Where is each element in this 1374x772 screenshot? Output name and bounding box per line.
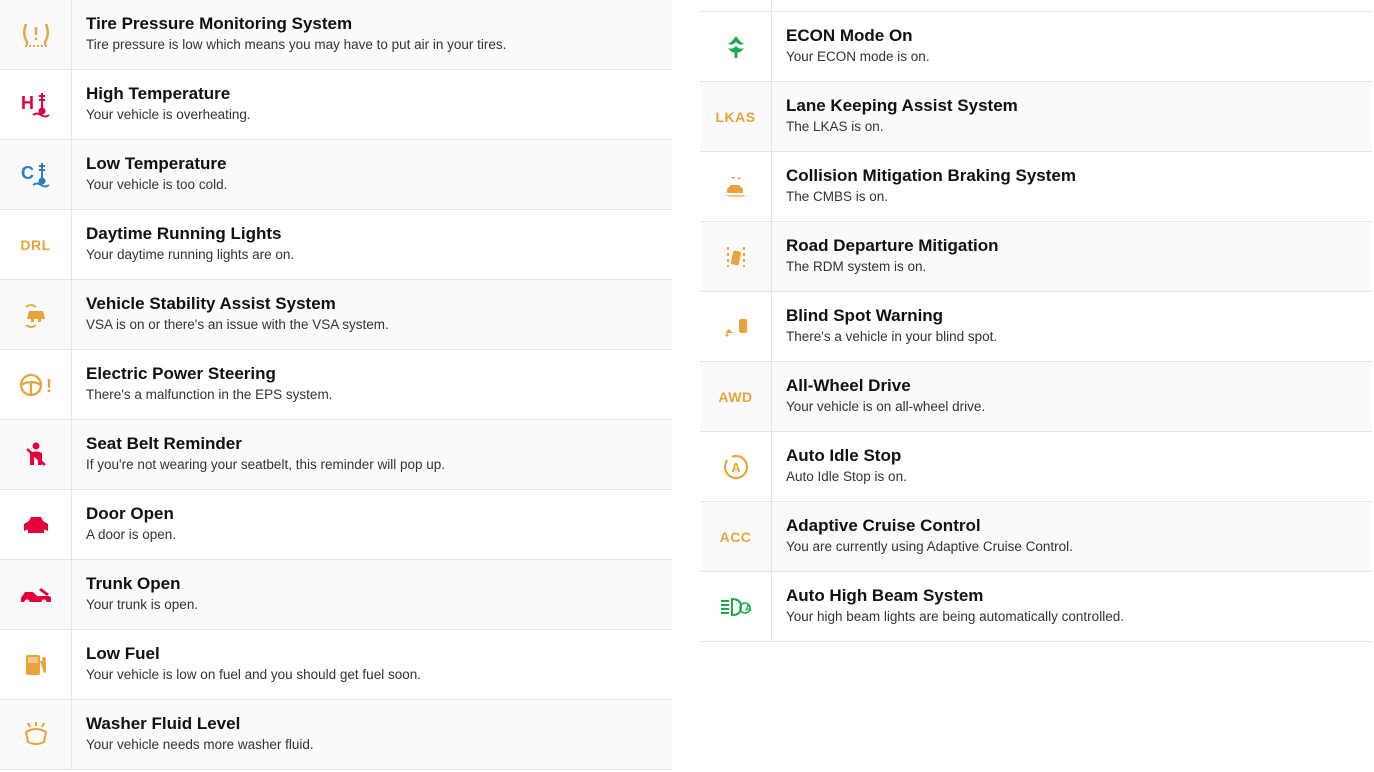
row-drl: DRL Daytime Running Lights Your daytime … <box>0 210 672 280</box>
cmbs-icon <box>700 152 772 221</box>
eps-desc: There's a malfunction in the EPS system. <box>86 386 658 404</box>
row-awd: AWD All-Wheel Drive Your vehicle is on a… <box>700 362 1372 432</box>
trunk-open-icon <box>0 560 72 629</box>
cmbs-title: Collision Mitigation Braking System <box>786 166 1358 186</box>
row-high-temp: H High Temperature Your vehicle is overh… <box>0 70 672 140</box>
door-open-desc: A door is open. <box>86 526 658 544</box>
door-open-icon <box>0 490 72 559</box>
low-fuel-title: Low Fuel <box>86 644 658 664</box>
row-tpms: Tire Pressure Monitoring System Tire pre… <box>0 0 672 70</box>
eps-icon: ! <box>0 350 72 419</box>
row-vsa: Vehicle Stability Assist System VSA is o… <box>0 280 672 350</box>
row-auto-idle: A Auto Idle Stop Auto Idle Stop is on. <box>700 432 1372 502</box>
tpms-desc: Tire pressure is low which means you may… <box>86 36 658 54</box>
vsa-desc: VSA is on or there's an issue with the V… <box>86 316 658 334</box>
row-seatbelt: Seat Belt Reminder If you're not wearing… <box>0 420 672 490</box>
row-econ: ECON Mode On Your ECON mode is on. <box>700 12 1372 82</box>
row-low-fuel: Low Fuel Your vehicle is low on fuel and… <box>0 630 672 700</box>
low-temp-desc: Your vehicle is too cold. <box>86 176 658 194</box>
auto-high-beam-title: Auto High Beam System <box>786 586 1358 606</box>
rdm-icon <box>700 222 772 291</box>
row-cmbs: Collision Mitigation Braking System The … <box>700 152 1372 222</box>
auto-idle-title: Auto Idle Stop <box>786 446 1358 466</box>
washer-fluid-desc: Your vehicle needs more washer fluid. <box>86 736 658 754</box>
vsa-title: Vehicle Stability Assist System <box>86 294 658 314</box>
svg-text:!: ! <box>46 376 52 396</box>
drl-icon: DRL <box>0 210 72 279</box>
low-temp-icon: C <box>0 140 72 209</box>
row-rdm: Road Departure Mitigation The RDM system… <box>700 222 1372 292</box>
rdm-title: Road Departure Mitigation <box>786 236 1358 256</box>
row-partial-top <box>700 0 1372 12</box>
low-fuel-desc: Your vehicle is low on fuel and you shou… <box>86 666 658 684</box>
econ-desc: Your ECON mode is on. <box>786 48 1358 66</box>
left-column: Tire Pressure Monitoring System Tire pre… <box>0 0 672 772</box>
right-column: ECON Mode On Your ECON mode is on. LKAS … <box>700 0 1372 772</box>
high-temp-title: High Temperature <box>86 84 658 104</box>
svg-text:C: C <box>21 163 34 183</box>
svg-text:A: A <box>731 460 741 475</box>
econ-icon <box>700 12 772 81</box>
vsa-icon <box>0 280 72 349</box>
acc-desc: You are currently using Adaptive Cruise … <box>786 538 1358 556</box>
trunk-open-title: Trunk Open <box>86 574 658 594</box>
row-door-open: Door Open A door is open. <box>0 490 672 560</box>
eps-title: Electric Power Steering <box>86 364 658 384</box>
row-washer-fluid: Washer Fluid Level Your vehicle needs mo… <box>0 700 672 770</box>
lkas-desc: The LKAS is on. <box>786 118 1358 136</box>
acc-icon: ACC <box>700 502 772 571</box>
rdm-desc: The RDM system is on. <box>786 258 1358 276</box>
lkas-title: Lane Keeping Assist System <box>786 96 1358 116</box>
cmbs-desc: The CMBS is on. <box>786 188 1358 206</box>
svg-text:H: H <box>21 93 34 113</box>
seatbelt-desc: If you're not wearing your seatbelt, thi… <box>86 456 658 474</box>
awd-icon: AWD <box>700 362 772 431</box>
econ-title: ECON Mode On <box>786 26 1358 46</box>
row-acc: ACC Adaptive Cruise Control You are curr… <box>700 502 1372 572</box>
row-lkas: LKAS Lane Keeping Assist System The LKAS… <box>700 82 1372 152</box>
drl-title: Daytime Running Lights <box>86 224 658 244</box>
seatbelt-icon <box>0 420 72 489</box>
awd-title: All-Wheel Drive <box>786 376 1358 396</box>
washer-fluid-icon <box>0 700 72 769</box>
tpms-title: Tire Pressure Monitoring System <box>86 14 658 34</box>
row-auto-high-beam: A Auto High Beam System Your high beam l… <box>700 572 1372 642</box>
acc-title: Adaptive Cruise Control <box>786 516 1358 536</box>
low-temp-title: Low Temperature <box>86 154 658 174</box>
drl-desc: Your daytime running lights are on. <box>86 246 658 264</box>
low-fuel-icon <box>0 630 72 699</box>
washer-fluid-title: Washer Fluid Level <box>86 714 658 734</box>
row-eps: ! Electric Power Steering There's a malf… <box>0 350 672 420</box>
seatbelt-title: Seat Belt Reminder <box>86 434 658 454</box>
auto-high-beam-desc: Your high beam lights are being automati… <box>786 608 1358 626</box>
door-open-title: Door Open <box>86 504 658 524</box>
auto-high-beam-icon: A <box>700 572 772 641</box>
auto-idle-desc: Auto Idle Stop is on. <box>786 468 1358 486</box>
row-low-temp: C Low Temperature Your vehicle is too co… <box>0 140 672 210</box>
high-temp-desc: Your vehicle is overheating. <box>86 106 658 124</box>
blind-spot-title: Blind Spot Warning <box>786 306 1358 326</box>
trunk-open-desc: Your trunk is open. <box>86 596 658 614</box>
row-trunk-open: Trunk Open Your trunk is open. <box>0 560 672 630</box>
awd-desc: Your vehicle is on all-wheel drive. <box>786 398 1358 416</box>
high-temp-icon: H <box>0 70 72 139</box>
row-blind-spot: Blind Spot Warning There's a vehicle in … <box>700 292 1372 362</box>
blind-spot-icon <box>700 292 772 361</box>
auto-idle-icon: A <box>700 432 772 501</box>
blind-spot-desc: There's a vehicle in your blind spot. <box>786 328 1358 346</box>
lkas-icon: LKAS <box>700 82 772 151</box>
tpms-icon <box>0 0 72 69</box>
